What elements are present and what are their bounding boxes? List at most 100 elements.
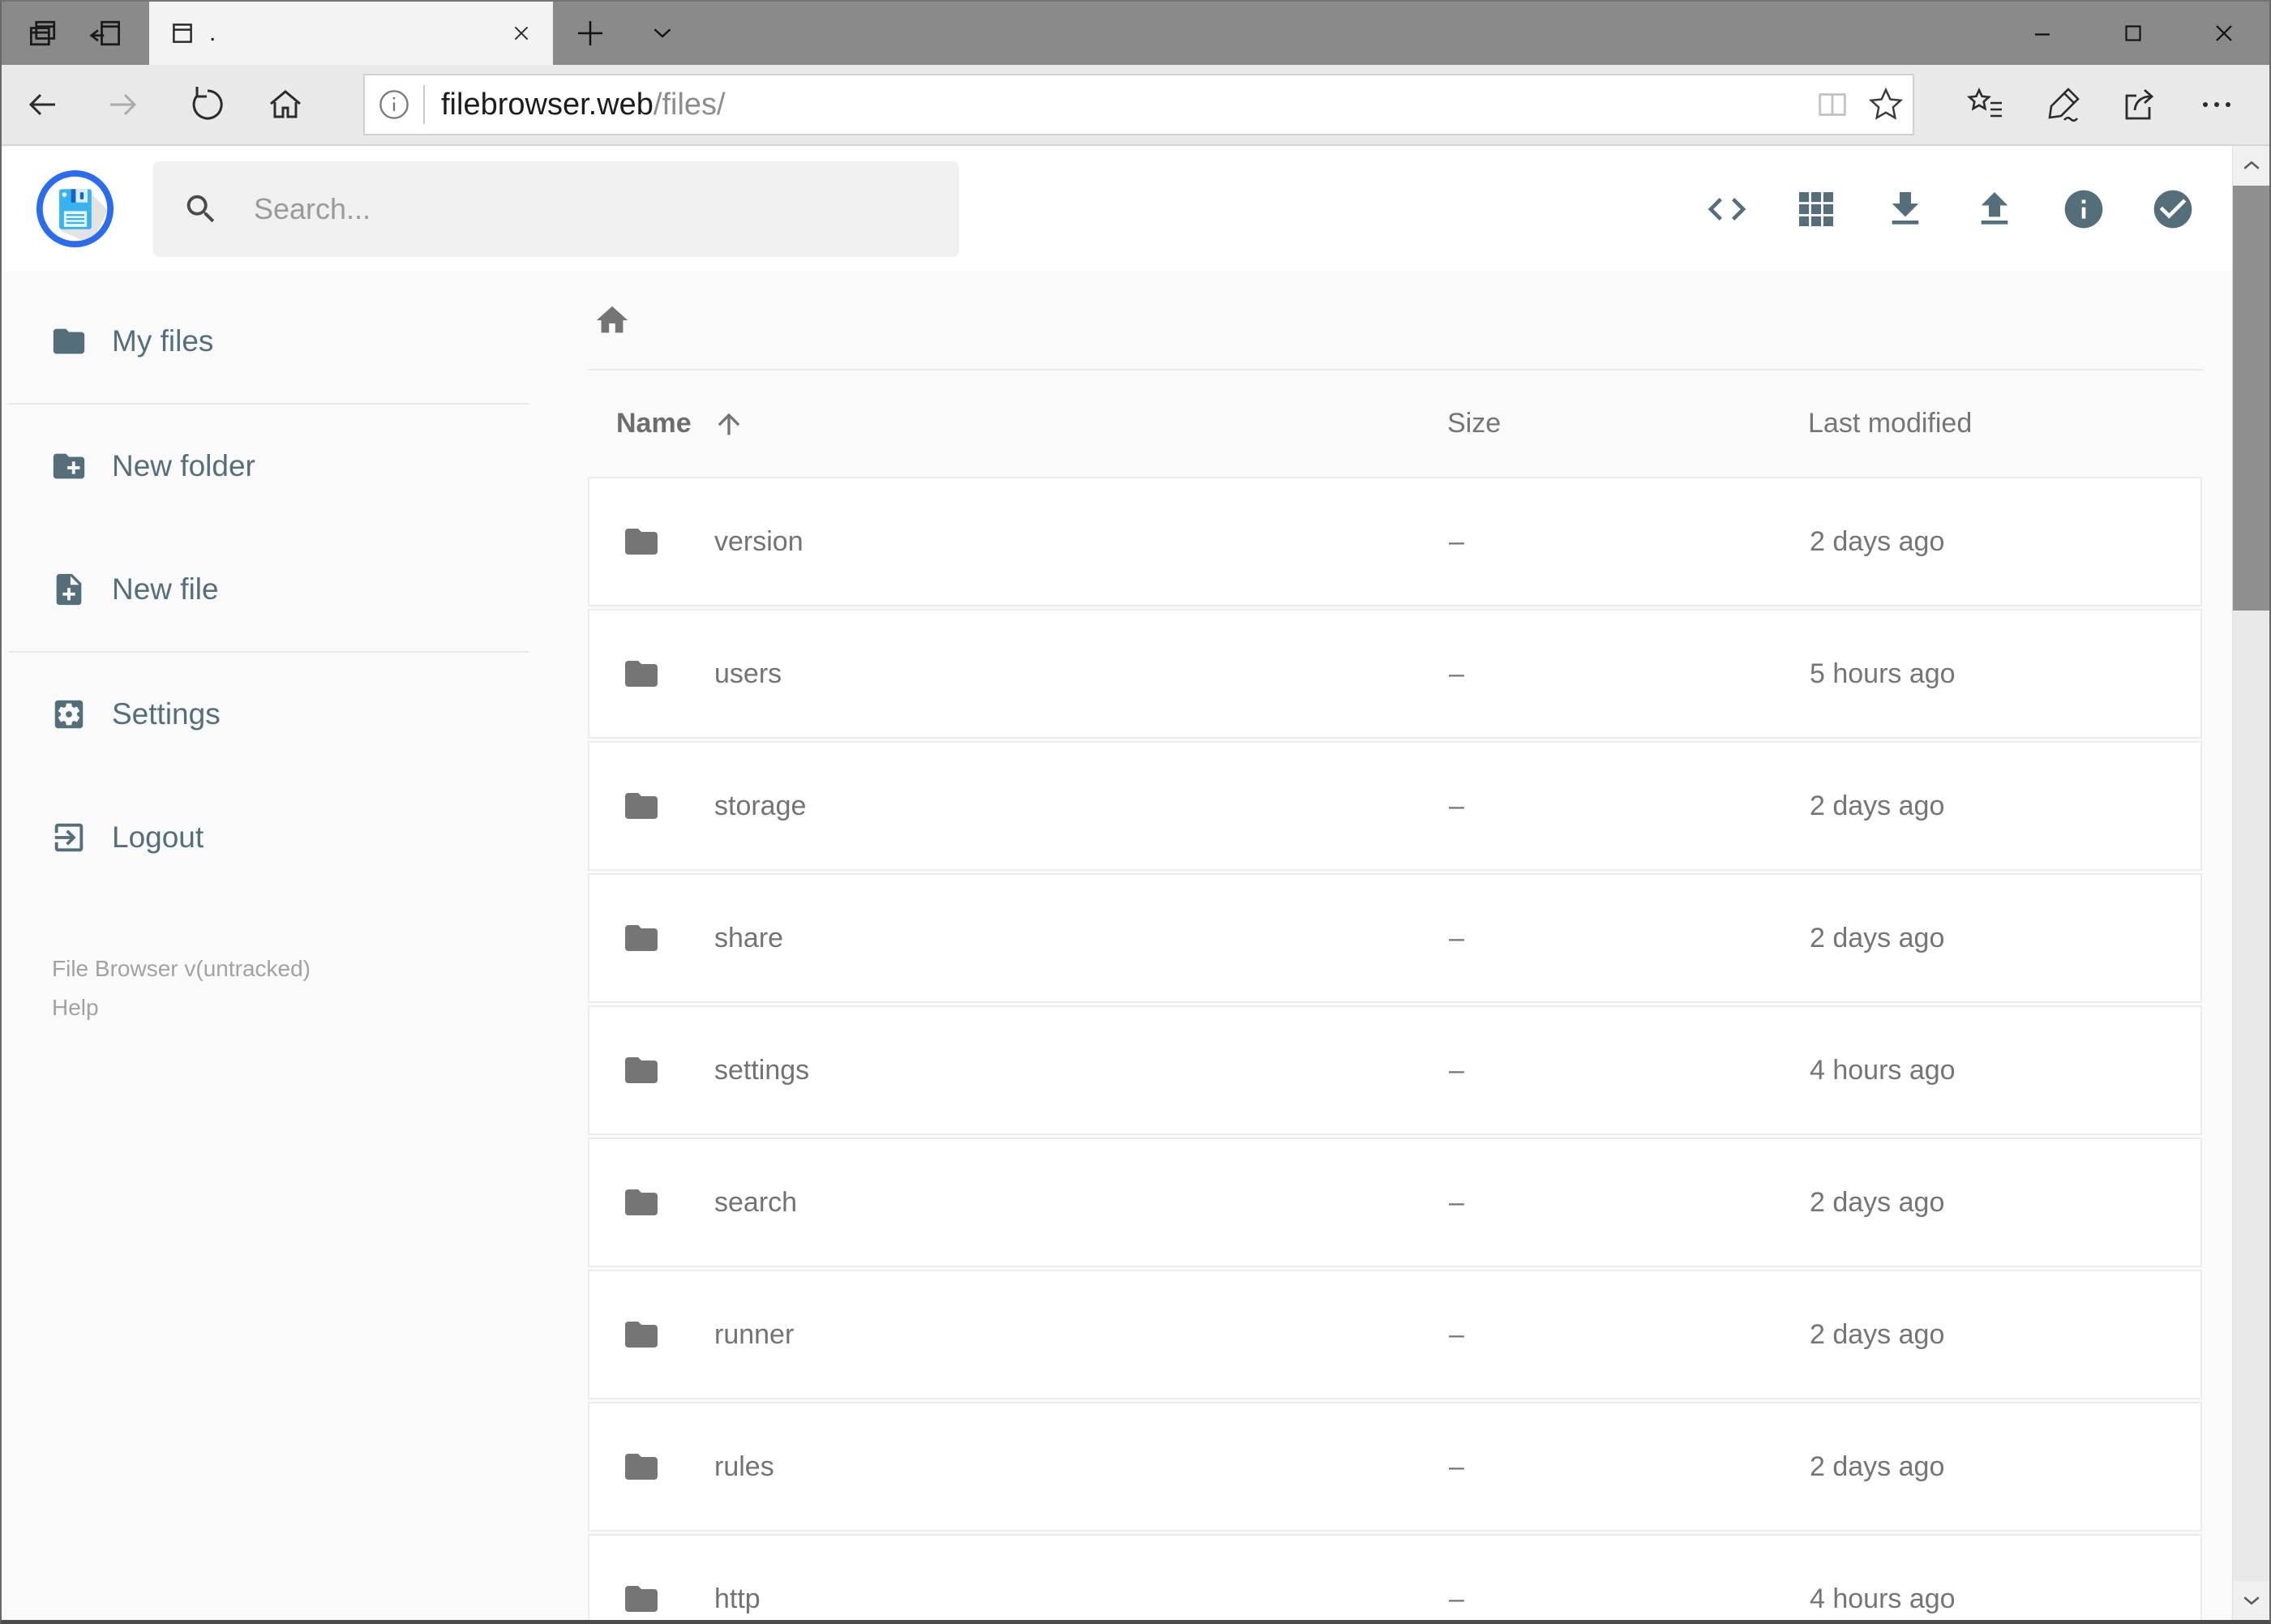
- sidebar-item-new-file[interactable]: New file: [2, 551, 537, 628]
- file-row[interactable]: search – 2 days ago: [588, 1138, 2202, 1267]
- listing-header-row: Name Size Last modified: [588, 371, 2202, 477]
- address-separator: [423, 85, 425, 124]
- scroll-up-button[interactable]: [2233, 146, 2269, 185]
- info-button[interactable]: [2039, 161, 2128, 258]
- sort-ascending-icon: [713, 408, 745, 440]
- file-modified: 2 days ago: [1810, 1186, 1945, 1218]
- file-size: –: [1449, 525, 1464, 557]
- forward-button[interactable]: [83, 66, 164, 144]
- sidebar-item-label: New folder: [112, 448, 255, 482]
- file-row[interactable]: storage – 2 days ago: [588, 741, 2202, 871]
- file-name: version: [714, 525, 803, 557]
- minimize-button[interactable]: [1997, 2, 2088, 65]
- refresh-button[interactable]: [164, 66, 245, 144]
- file-plus-icon: [50, 571, 88, 608]
- file-row[interactable]: settings – 4 hours ago: [588, 1005, 2202, 1135]
- close-window-button[interactable]: [2179, 2, 2269, 65]
- file-row-name-cell: share: [589, 919, 1449, 958]
- filebrowser-logo[interactable]: [36, 169, 114, 248]
- refresh-icon: [185, 85, 224, 124]
- browser-scrollbar[interactable]: [2232, 146, 2269, 1620]
- close-icon: [2209, 19, 2239, 48]
- file-size: –: [1449, 1054, 1464, 1086]
- page-icon: [170, 21, 195, 45]
- tab-preview-button[interactable]: [11, 2, 75, 65]
- more-options-button[interactable]: [2178, 66, 2255, 144]
- column-header-name[interactable]: Name: [588, 408, 1447, 440]
- file-row[interactable]: version – 2 days ago: [588, 477, 2202, 606]
- sidebar-item-new-folder[interactable]: New folder: [2, 427, 537, 504]
- file-modified: 2 days ago: [1810, 1318, 1945, 1350]
- file-row[interactable]: rules – 2 days ago: [588, 1402, 2202, 1532]
- download-button[interactable]: [1861, 161, 1950, 258]
- home-button[interactable]: [245, 66, 326, 144]
- sidebar: My files New folder New file Settings Lo…: [2, 272, 537, 1620]
- file-size: –: [1449, 1318, 1464, 1350]
- select-multiple-button[interactable]: [2128, 161, 2217, 258]
- file-row[interactable]: share – 2 days ago: [588, 873, 2202, 1003]
- sidebar-item-label: New file: [112, 572, 219, 606]
- file-name: rules: [714, 1450, 774, 1482]
- file-name: runner: [714, 1318, 795, 1350]
- raw-code-view-button[interactable]: [1682, 161, 1772, 258]
- column-header-size[interactable]: Size: [1447, 408, 1808, 439]
- maximize-icon: [2119, 19, 2147, 47]
- share-button[interactable]: [2101, 66, 2178, 144]
- file-row-name-cell: search: [589, 1183, 1449, 1222]
- url-text[interactable]: filebrowser.web/files/: [441, 88, 1806, 122]
- file-row[interactable]: users – 5 hours ago: [588, 609, 2202, 739]
- help-link[interactable]: Help: [52, 992, 99, 1024]
- file-row-name-cell: http: [589, 1579, 1449, 1618]
- folder-icon: [622, 919, 661, 958]
- grid-view-button[interactable]: [1772, 161, 1861, 258]
- scroll-down-button[interactable]: [2233, 1581, 2269, 1620]
- column-header-modified[interactable]: Last modified: [1808, 408, 2202, 439]
- reading-view-icon[interactable]: [1806, 86, 1859, 123]
- folder-icon: [622, 1447, 661, 1486]
- folder-icon: [622, 786, 661, 825]
- file-row[interactable]: runner – 2 days ago: [588, 1270, 2202, 1399]
- web-note-button[interactable]: [2024, 66, 2101, 144]
- file-modified: 5 hours ago: [1810, 658, 1956, 689]
- scrollbar-thumb[interactable]: [2233, 186, 2269, 611]
- app-version-text: File Browser v(untracked): [52, 956, 311, 981]
- set-tabs-aside-button[interactable]: [75, 2, 138, 65]
- file-row-name-cell: settings: [589, 1051, 1449, 1090]
- browser-tab[interactable]: .: [149, 2, 553, 65]
- tab-close-icon[interactable]: [508, 19, 535, 47]
- back-button[interactable]: [2, 66, 83, 144]
- new-tab-button[interactable]: [553, 2, 628, 65]
- sidebar-item-settings[interactable]: Settings: [2, 675, 537, 752]
- upload-button[interactable]: [1950, 161, 2039, 258]
- file-name: share: [714, 922, 784, 953]
- folder-icon: [622, 1051, 661, 1090]
- search-input[interactable]: [254, 191, 870, 226]
- favorites-hub-icon: [1966, 85, 2005, 124]
- breadcrumb-home-button[interactable]: [588, 296, 636, 345]
- url-path: /files/: [653, 87, 726, 122]
- file-size: –: [1449, 790, 1464, 821]
- tab-list-button[interactable]: [628, 2, 697, 65]
- download-icon: [1883, 186, 1928, 232]
- sidebar-item-label: Settings: [112, 696, 221, 731]
- site-info-icon[interactable]: [365, 88, 423, 122]
- add-favorite-star-icon[interactable]: [1859, 86, 1913, 123]
- upload-icon: [1972, 186, 2017, 232]
- sidebar-divider: [8, 651, 529, 653]
- file-row[interactable]: http – 4 hours ago: [588, 1534, 2202, 1620]
- address-bar[interactable]: filebrowser.web/files/: [363, 74, 1914, 135]
- search-bar[interactable]: [153, 161, 959, 257]
- favorites-hub-button[interactable]: [1947, 66, 2024, 144]
- sidebar-item-logout[interactable]: Logout: [2, 799, 537, 876]
- file-modified: 2 days ago: [1810, 1450, 1945, 1482]
- page-content: My files New folder New file Settings Lo…: [2, 272, 2269, 1620]
- tab-bar-spacer: [697, 2, 1997, 65]
- sidebar-item-my-files[interactable]: My files: [2, 302, 537, 379]
- folder-icon: [622, 1183, 661, 1222]
- tab-title: .: [209, 19, 216, 46]
- filebrowser-header: [2, 146, 2269, 272]
- file-size: –: [1449, 922, 1464, 953]
- folder-icon: [50, 323, 88, 360]
- maximize-button[interactable]: [2088, 2, 2179, 65]
- ellipsis-icon: [2197, 85, 2236, 124]
